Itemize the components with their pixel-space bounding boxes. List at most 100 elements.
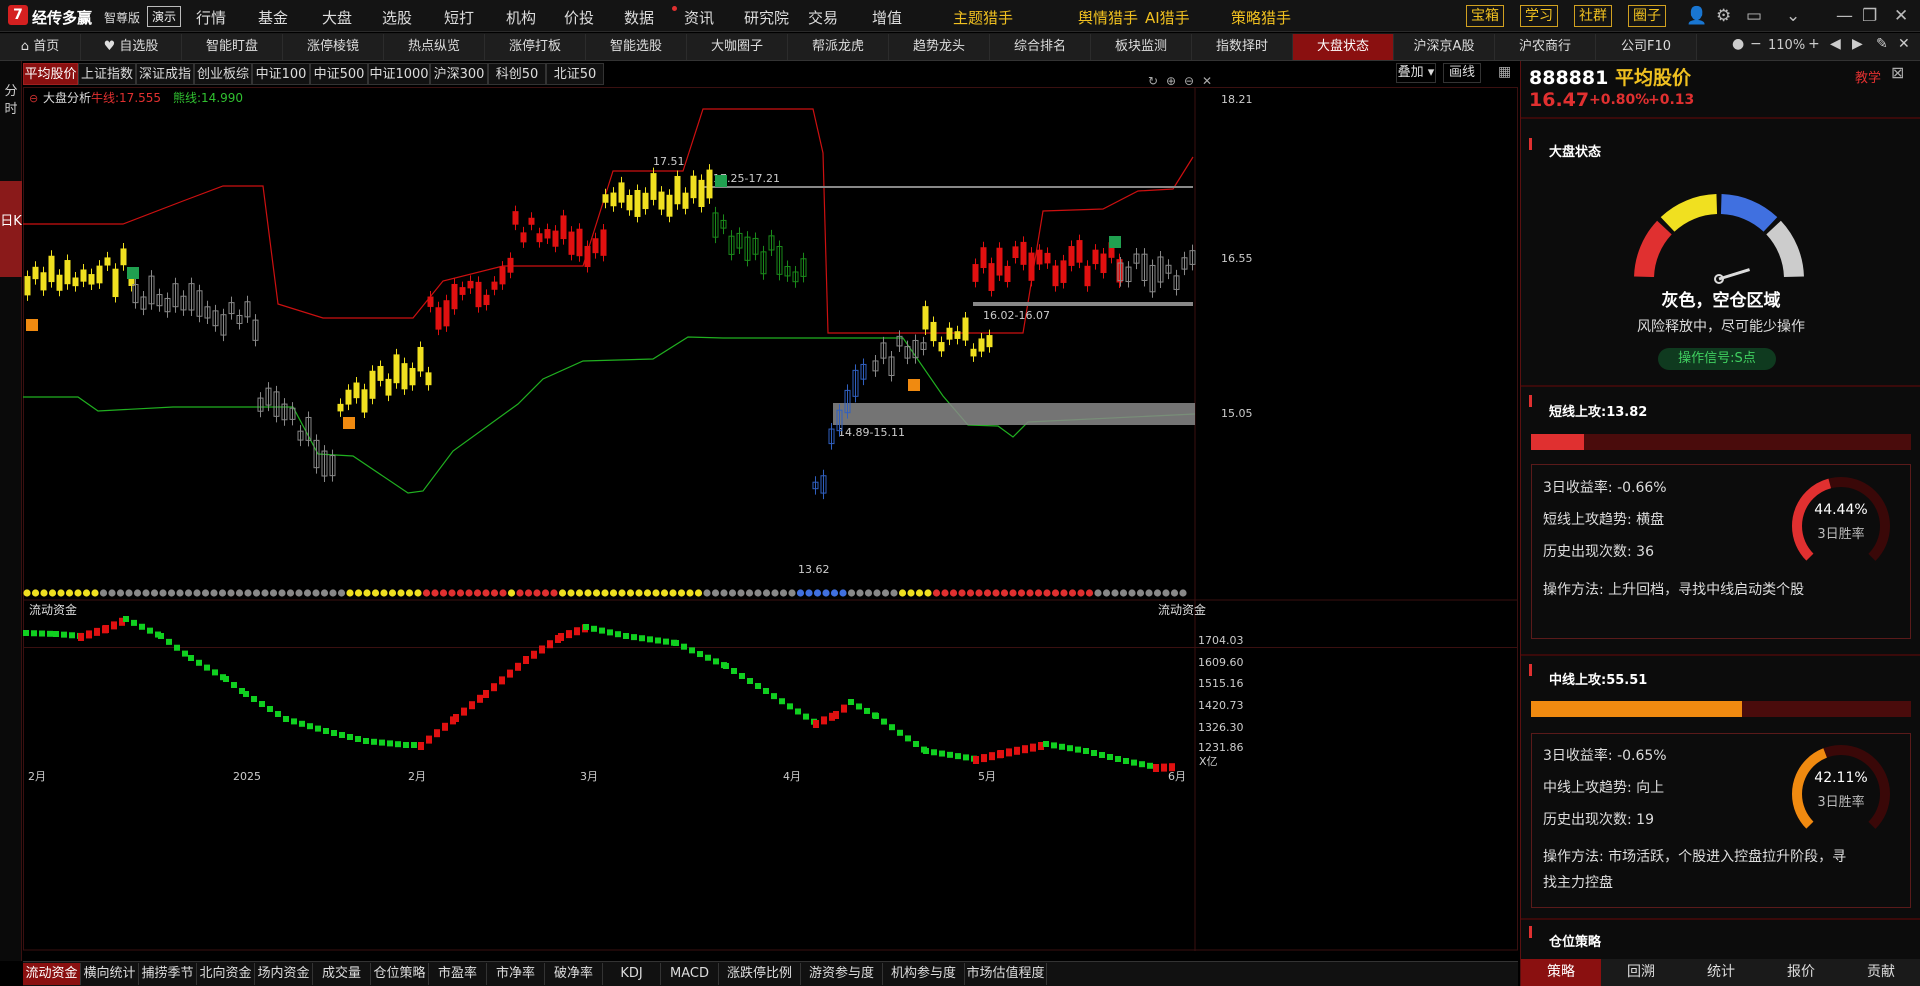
indicator-tab[interactable]: 市净率 xyxy=(487,963,545,985)
indicator-tab[interactable]: 市盈率 xyxy=(429,963,487,985)
close-panel-icon[interactable]: ⊠ xyxy=(1891,63,1904,82)
menu-item[interactable]: 增值 xyxy=(872,7,902,28)
tab-12[interactable]: 指数择时 xyxy=(1192,34,1293,60)
flow-block xyxy=(639,635,645,642)
menu-item[interactable]: 价投 xyxy=(564,7,594,28)
restore-icon[interactable]: ❐ xyxy=(1862,6,1877,26)
menu-item-hunter[interactable]: 主题猎手 xyxy=(953,7,1013,28)
close-icon[interactable]: ✕ xyxy=(1894,6,1908,26)
tab-9[interactable]: 趋势龙头 xyxy=(889,34,990,60)
day-k-tab[interactable]: 日K xyxy=(0,181,22,277)
right-tab[interactable]: 贡献 xyxy=(1841,959,1920,986)
indicator-tab[interactable]: 破净率 xyxy=(545,963,603,985)
status-dot xyxy=(762,589,771,597)
teach-link[interactable]: 教学 xyxy=(1855,67,1881,86)
menu-item[interactable]: 选股 xyxy=(382,7,412,28)
gear-icon[interactable]: ⚙ xyxy=(1716,6,1731,26)
menu-item[interactable]: 数据 xyxy=(624,7,654,28)
menu-item-hunter[interactable]: AI猎手 xyxy=(1145,7,1190,28)
tab-8[interactable]: 帮派龙虎 xyxy=(788,34,889,60)
zoom-in-icon[interactable]: + xyxy=(1808,36,1820,52)
tab-4[interactable]: 热点纵览 xyxy=(384,34,485,60)
flow-block xyxy=(1067,745,1073,752)
menu-item-hunter[interactable]: 策略猎手 xyxy=(1231,7,1291,28)
menu-item[interactable]: 短打 xyxy=(444,7,474,28)
study-button[interactable]: 学习 xyxy=(1520,5,1558,27)
indicator-tab[interactable]: 仓位策略 xyxy=(371,963,429,985)
menu-item[interactable]: 交易 xyxy=(808,7,838,28)
right-tab[interactable]: 报价 xyxy=(1761,959,1841,986)
short-count: 历史出现次数: 36 xyxy=(1543,544,1654,560)
tab-15[interactable]: 沪农商行 xyxy=(1495,34,1596,60)
menu-item[interactable]: 基金 xyxy=(258,7,288,28)
tab-0[interactable]: ⌂ 首页 xyxy=(0,34,81,60)
flow-block xyxy=(204,664,210,671)
indicator-tab[interactable]: 捕捞季节 xyxy=(139,963,197,985)
tab-3[interactable]: 涨停棱镜 xyxy=(283,34,384,60)
help-icon[interactable]: ● xyxy=(1732,36,1744,52)
indicator-tab[interactable]: 场内资金 xyxy=(255,963,313,985)
tab-16[interactable]: 公司F10 xyxy=(1596,34,1697,60)
tab-7[interactable]: 大咖圈子 xyxy=(687,34,788,60)
state-desc: 风险释放中，尽可能少操作 xyxy=(1637,319,1805,335)
status-dot xyxy=(864,589,873,597)
indicator-tab[interactable]: 市场估值程度 xyxy=(965,963,1047,985)
tab-label: 指数择时 xyxy=(1215,39,1268,54)
left-arrow-icon[interactable]: ◀ xyxy=(1830,36,1841,52)
close-tab-icon[interactable]: ✕ xyxy=(1898,36,1910,52)
circle-button[interactable]: 圈子 xyxy=(1628,5,1666,27)
status-dot xyxy=(346,589,354,597)
community-button[interactable]: 社群 xyxy=(1574,5,1612,27)
tab-1[interactable]: ♥ 自选股 xyxy=(81,34,182,60)
flow-block xyxy=(848,699,854,705)
right-tab[interactable]: 策略 xyxy=(1521,959,1601,986)
chevron-down-icon[interactable]: ⌄ xyxy=(1786,6,1800,26)
tab-14[interactable]: 沪深京A股 xyxy=(1394,34,1495,60)
menu-item[interactable]: 研究院 xyxy=(744,7,789,28)
user-icon[interactable]: 👤 xyxy=(1686,6,1707,26)
status-dot xyxy=(575,589,584,597)
minimize-icon[interactable]: — xyxy=(1836,6,1853,26)
candle xyxy=(552,230,559,247)
indicator-tab[interactable]: 机构参与度 xyxy=(883,963,965,985)
flow-block xyxy=(339,732,345,738)
status-dot xyxy=(966,589,975,597)
zoom-out-icon[interactable]: − xyxy=(1750,36,1762,52)
tab-11[interactable]: 板块监测 xyxy=(1091,34,1192,60)
tab-13[interactable]: 大盘状态 xyxy=(1293,34,1394,60)
pencil-icon[interactable]: ✎ xyxy=(1876,36,1888,52)
indicator-tab[interactable]: MACD xyxy=(661,963,719,985)
flow-block xyxy=(531,650,537,659)
status-dot xyxy=(1000,589,1009,597)
tab-10[interactable]: 综合排名 xyxy=(990,34,1091,60)
right-tab[interactable]: 回溯 xyxy=(1601,959,1681,986)
indicator-tab[interactable]: KDJ xyxy=(603,963,661,985)
menu-item[interactable]: 大盘 xyxy=(322,7,352,28)
sub-unit-label: X亿 xyxy=(1199,755,1218,768)
candle xyxy=(698,179,705,207)
indicator-tab[interactable]: 横向统计 xyxy=(81,963,139,985)
tab-2[interactable]: 智能盯盘 xyxy=(182,34,283,60)
right-tab[interactable]: 统计 xyxy=(1681,959,1761,986)
y-tick-label: 16.55 xyxy=(1221,252,1253,265)
treasure-button[interactable]: 宝箱 xyxy=(1466,5,1504,27)
tab-5[interactable]: 涨停打板 xyxy=(485,34,586,60)
stock-code: 888881 xyxy=(1529,67,1609,89)
indicator-tab[interactable]: 游资参与度 xyxy=(801,963,883,985)
menu-item-hunter[interactable]: 舆情猎手 xyxy=(1078,7,1138,28)
minute-tab[interactable]: 分时 xyxy=(0,83,22,123)
indicator-tab[interactable]: 成交量 xyxy=(313,963,371,985)
indicator-tab[interactable]: 涨跌停比例 xyxy=(719,963,801,985)
tab-6[interactable]: 智能选股 xyxy=(586,34,687,60)
status-dot xyxy=(830,589,839,597)
indicator-tab[interactable]: 北向资金 xyxy=(197,963,255,985)
flow-block xyxy=(69,632,75,639)
edition-label: 智尊版 xyxy=(104,11,141,25)
demo-badge[interactable]: 演示 xyxy=(147,6,182,27)
menu-item[interactable]: 行情 xyxy=(196,7,226,28)
indicator-tab[interactable]: 流动资金 xyxy=(23,963,81,985)
menu-item[interactable]: 资讯 xyxy=(684,7,714,28)
window-icon[interactable]: ▭ xyxy=(1746,6,1762,26)
right-arrow-icon[interactable]: ▶ xyxy=(1852,36,1863,52)
menu-item[interactable]: 机构 xyxy=(506,7,536,28)
